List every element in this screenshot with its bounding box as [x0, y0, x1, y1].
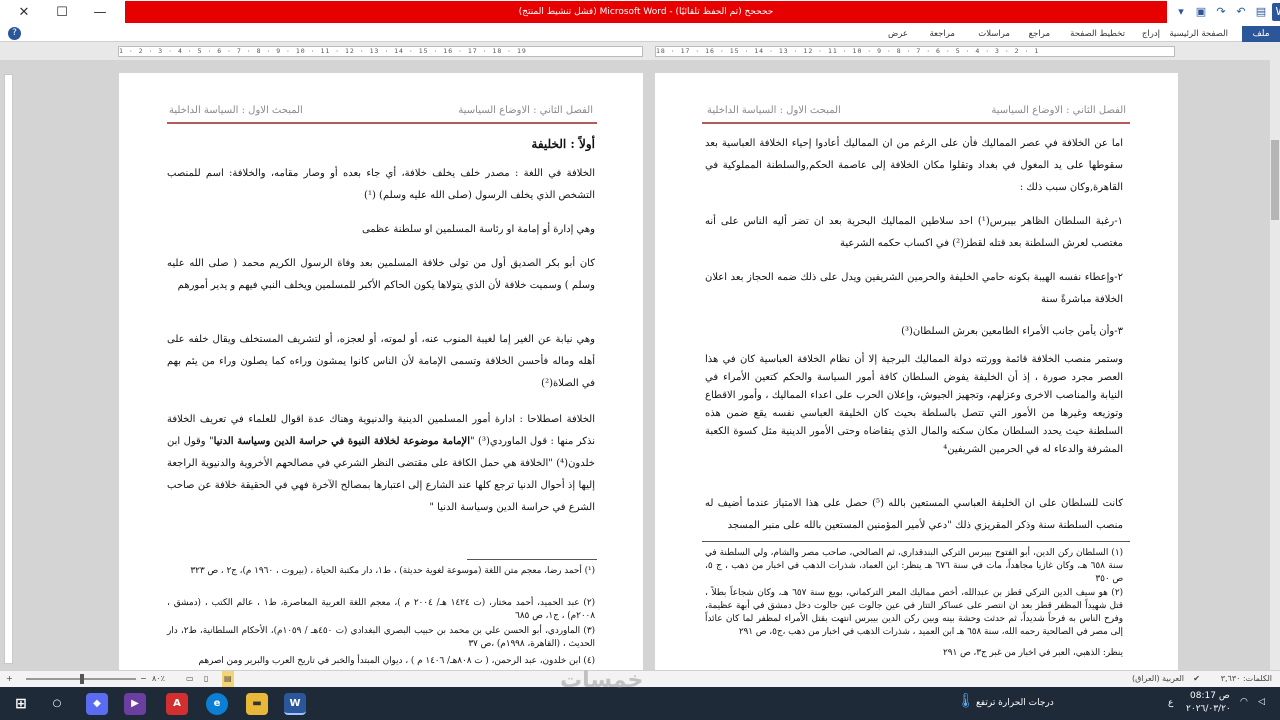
definition-text: " وقول ابن خلدون(⁴) "الخلافة هي حمل الكا…: [167, 436, 595, 513]
minimize-button[interactable]: —: [82, 0, 118, 26]
paragraph[interactable]: ٣-وأن يأمن جانب الأمراء الطامعين بعرش ال…: [705, 321, 1123, 343]
vertical-scrollbar[interactable]: [1270, 60, 1280, 670]
paragraph[interactable]: اما عن الخلافة في عصر المماليك فأن على ا…: [705, 133, 1123, 199]
redo-icon[interactable]: ↷: [1212, 3, 1230, 21]
footnote[interactable]: (٤) ابن خلدون، عبد الرحمن، ( ت ٨٠٨هـ/ ١٤…: [167, 655, 595, 668]
windows-start-icon[interactable]: ⊞: [10, 693, 32, 715]
scrollbar-thumb[interactable]: [1271, 140, 1279, 220]
tab-view[interactable]: عرض: [888, 26, 908, 42]
clock-time[interactable]: 08:17 ص: [1190, 691, 1230, 701]
ruler-left-page[interactable]: 1 · 2 · 3 · 4 · 5 · 6 · 7 · 8 · 9 · 10 ·…: [118, 46, 643, 57]
tab-mailings[interactable]: مراسلات: [978, 26, 1010, 42]
undo-icon[interactable]: ↶: [1232, 3, 1250, 21]
footnote-separator: [702, 541, 1130, 542]
paragraph[interactable]: وستمر منصب الخلافة قائمة وورثته دولة الم…: [705, 351, 1123, 459]
tab-references[interactable]: مراجع: [1029, 26, 1050, 42]
maximize-button[interactable]: ☐: [44, 0, 80, 26]
keyboard-language[interactable]: ع: [1168, 698, 1173, 708]
pdf-reader-icon[interactable]: A: [166, 693, 188, 715]
web-layout-icon[interactable]: ▭: [186, 671, 194, 687]
paragraph[interactable]: كان أبو بكر الصديق أول من تولى خلافة الم…: [167, 253, 595, 297]
read-mode-icon[interactable]: ▤: [222, 671, 234, 687]
ruler-right-page[interactable]: 18 · 17 · 16 · 15 · 14 · 13 · 12 · 11 · …: [655, 46, 1175, 57]
header-section: المبحث الاول : السياسة الداخلية: [707, 105, 841, 116]
paragraph[interactable]: ١-رغبة السلطان الظاهر بيبرس(¹) احد سلاطي…: [705, 211, 1123, 255]
paragraph[interactable]: وهي إدارة أو إمامة او رئاسة المسلمين او …: [167, 219, 595, 241]
footnote[interactable]: (٣) الماوردي، أبو الحسن علي بن محمد بن ح…: [167, 625, 595, 651]
tab-page-layout[interactable]: تخطيط الصفحة: [1070, 26, 1125, 42]
footnote-separator: [467, 559, 597, 560]
footnote[interactable]: (٢) عبد الحميد، أحمد مختار، (ت ١٤٢٤ هـ/ …: [167, 597, 595, 623]
tab-insert[interactable]: إدراج: [1142, 26, 1160, 42]
touch-mode-icon[interactable]: ▣: [1192, 3, 1210, 21]
save-icon[interactable]: ▤: [1252, 3, 1270, 21]
close-button[interactable]: ✕: [6, 0, 42, 26]
help-icon[interactable]: ?: [8, 27, 21, 40]
footnote[interactable]: (¹) أحمد رضا، معجم متن اللغة (موسوعة لغو…: [167, 565, 595, 578]
footnote[interactable]: (٢) هو سيف الدين التركي قطز بن عبدالله، …: [705, 587, 1123, 639]
header-chapter: الفصل الثاني : الاوضاع السياسية: [458, 105, 593, 116]
zoom-out-icon[interactable]: −: [140, 671, 147, 687]
clock-date[interactable]: ٢٠٢٦/٠٣/٢٠: [1186, 704, 1231, 714]
header-rule: [167, 122, 597, 124]
tab-file[interactable]: ملف: [1242, 26, 1280, 42]
copilot-icon[interactable]: ◆: [86, 693, 108, 715]
paragraph[interactable]: ٢-وإعطاء نفسه الهيبة بكونه حامي الخليفة …: [705, 267, 1123, 311]
ruler-bar: 1 · 2 · 3 · 4 · 5 · 6 · 7 · 8 · 9 · 10 ·…: [0, 42, 1280, 60]
title-bar: ✕ ☐ — ححححح (تم الحفظ تلقائيًا) - Micros…: [0, 0, 1280, 26]
tab-home[interactable]: الصفحة الرئيسية: [1169, 26, 1228, 42]
media-icon[interactable]: ▶: [124, 693, 146, 715]
word-logo-icon: W: [1272, 3, 1280, 21]
definition-quote-bold: الإمامة موضوعة لخلافة النبوة في حراسة ال…: [213, 436, 471, 447]
header-section: المبحث الاول : السياسة الداخلية: [169, 105, 303, 116]
watermark-logo: خمسات: [560, 668, 644, 693]
paragraph[interactable]: الخلافة في اللغة : مصدر خلف يخلف خلافة، …: [167, 163, 595, 207]
ribbon-tabs: ملف الصفحة الرئيسية إدراج تخطيط الصفحة م…: [0, 26, 1280, 42]
weather-text[interactable]: درجات الحرارة ترتفع: [976, 698, 1054, 708]
window-title: ححححح (تم الحفظ تلقائيًا) - Microsoft Wo…: [125, 1, 1167, 23]
header-rule: [702, 122, 1130, 124]
search-icon[interactable]: ○: [46, 693, 68, 715]
left-page[interactable]: الفصل الثاني : الاوضاع السياسية المبحث ا…: [119, 73, 643, 670]
proofing-icon[interactable]: ✔: [1193, 671, 1200, 687]
print-layout-icon[interactable]: ▯: [204, 671, 208, 687]
section-heading: أولاً : الخليفة: [531, 137, 595, 151]
zoom-level[interactable]: ٨٠٪: [152, 671, 165, 687]
paragraph[interactable]: الخلافة اصطلاحا : ادارة أمور المسلمين ال…: [167, 409, 595, 519]
zoom-in-icon[interactable]: +: [6, 671, 13, 687]
tab-review[interactable]: مراجعة: [929, 26, 955, 42]
word-taskbar-icon[interactable]: W: [284, 693, 306, 715]
zoom-slider-thumb[interactable]: [80, 674, 84, 684]
footnote[interactable]: ينظر: الذهبي، العبر في اخبار من غبر ج٣، …: [705, 647, 1123, 660]
thermometer-icon[interactable]: 🌡: [957, 693, 975, 709]
paragraph[interactable]: كانت للسلطان على ان الخليفة العباسي المس…: [705, 493, 1123, 537]
file-explorer-icon[interactable]: ▬: [246, 693, 268, 715]
quick-access-toolbar: ▾ ▣ ↷ ↶ ▤ W: [1172, 3, 1280, 23]
paragraph[interactable]: وهي نيابة عن الغير إما لغيبة المنوب عنه،…: [167, 329, 595, 395]
header-chapter: الفصل الثاني : الاوضاع السياسية: [991, 105, 1126, 116]
right-page[interactable]: الفصل الثاني : الاوضاع السياسية المبحث ا…: [655, 73, 1178, 670]
speaker-icon[interactable]: ◁: [1258, 697, 1265, 707]
vertical-ruler: [4, 74, 13, 664]
customize-qat-icon[interactable]: ▾: [1172, 3, 1190, 21]
edge-icon[interactable]: e: [206, 693, 228, 715]
footnote[interactable]: (١) السلطان ركن الدين، أبو الفتوح بيبرس …: [705, 547, 1123, 586]
word-count[interactable]: الكلمات: ٣,٦٣٠: [1221, 671, 1272, 687]
language-indicator[interactable]: العربية (العراق): [1132, 671, 1184, 687]
wifi-icon[interactable]: ◠: [1240, 697, 1248, 707]
